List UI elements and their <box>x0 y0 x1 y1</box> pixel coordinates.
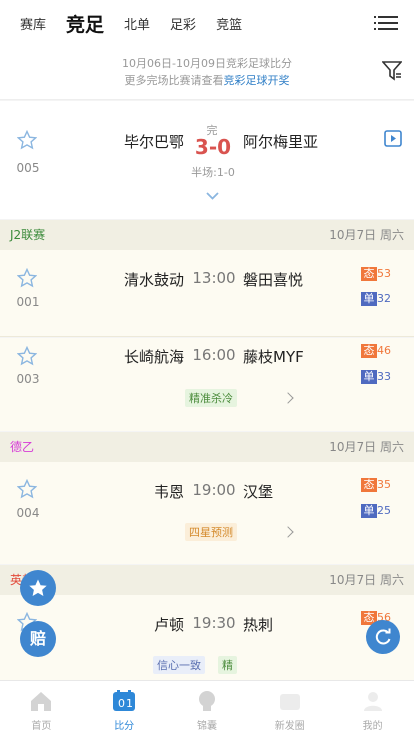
match-row[interactable]: 004 韦恩 19:00 汉堡 态 35 单 25 四星预测 <box>0 462 414 564</box>
tai-rate: 态 46 <box>361 344 391 358</box>
nav-label: 新发圈 <box>274 721 305 732</box>
svg-text:1: 1 <box>126 697 133 710</box>
tai-value: 46 <box>377 344 391 357</box>
moments-icon <box>279 694 300 710</box>
favorite-star-icon[interactable] <box>17 479 37 499</box>
home-team: 清水鼓动 <box>123 271 184 289</box>
home-team: 长崎航海 <box>123 348 184 366</box>
dan-badge: 单 <box>361 370 377 384</box>
match-number: 003 <box>16 372 40 386</box>
match-time: 19:30 <box>192 614 236 632</box>
nav-tips[interactable]: 锦囊 <box>166 681 249 736</box>
tai-badge: 态 <box>361 478 377 492</box>
away-team: 汉堡 <box>243 483 274 501</box>
nav-label: 锦囊 <box>196 721 217 732</box>
favorite-star-icon[interactable] <box>17 130 37 150</box>
refresh-float-button[interactable] <box>366 620 400 654</box>
tai-badge: 态 <box>361 267 377 281</box>
nav-home[interactable]: 首页 <box>0 681 83 736</box>
match-number: 004 <box>16 506 40 520</box>
league-name: 德乙 <box>10 440 35 454</box>
halftime-score: 半场:1-0 <box>191 166 235 179</box>
score-icon: 01 <box>113 690 136 711</box>
tips-icon <box>198 691 215 711</box>
dan-rate: 单 33 <box>361 370 391 384</box>
match-number: 005 <box>16 161 40 175</box>
match-row[interactable]: 001 清水鼓动 13:00 磐田喜悦 态 53 单 32 <box>0 250 414 337</box>
league-date: 10月7日 周六 <box>329 573 404 587</box>
match-time: 16:00 <box>192 346 236 364</box>
league-header: 英超 10月7日 周六 <box>0 565 414 595</box>
match-row[interactable]: 003 长崎航海 16:00 藤枝MYF 态 46 单 33 精准杀冷 <box>0 338 414 431</box>
filter-icon[interactable] <box>382 60 402 82</box>
away-team: 阿尔梅里亚 <box>243 133 319 151</box>
chevron-right-icon[interactable] <box>282 392 294 404</box>
tai-value: 35 <box>377 478 391 491</box>
league-date: 10月7日 周六 <box>329 440 404 454</box>
dan-value: 33 <box>377 370 391 383</box>
dan-value: 25 <box>377 504 391 517</box>
match-time: 19:00 <box>192 481 236 499</box>
chevron-down-icon[interactable] <box>206 192 219 200</box>
tai-badge: 态 <box>361 344 377 358</box>
tip-tag[interactable]: 四星预测 <box>185 523 237 541</box>
chevron-right-icon[interactable] <box>282 526 294 538</box>
top-tab-bar: 赛库 竞足 北单 足彩 竞篮 <box>0 0 414 46</box>
match-time: 13:00 <box>192 269 236 287</box>
bottom-nav: 首页 01 比分 锦囊 新发圈 我的 <box>0 680 414 736</box>
tip-tag[interactable]: 信心一致 <box>153 656 205 674</box>
league-header: 德乙 10月7日 周六 <box>0 432 414 462</box>
away-team: 磐田喜悦 <box>243 271 304 289</box>
dan-value: 32 <box>377 292 391 305</box>
tab-jinglan[interactable]: 竞篮 <box>216 14 242 33</box>
home-icon <box>31 692 52 711</box>
nav-label: 我的 <box>362 721 383 732</box>
tai-value: 53 <box>377 267 391 280</box>
info-bar: 10月06日-10月09日竞彩足球比分 更多完场比赛请查看竞彩足球开奖 <box>0 46 414 100</box>
refresh-icon <box>375 628 391 645</box>
league-header: J2联赛 10月7日 周六 <box>0 220 414 250</box>
nav-moments[interactable]: 新发圈 <box>248 681 331 736</box>
dan-rate: 单 25 <box>361 504 391 518</box>
star-icon <box>29 579 47 596</box>
nav-label: 首页 <box>31 721 52 732</box>
profile-icon <box>363 692 382 711</box>
lottery-results-link[interactable]: 竞彩足球开奖 <box>224 74 290 87</box>
final-score: 3-0 <box>194 135 232 159</box>
video-play-icon[interactable] <box>384 130 402 147</box>
date-range-text: 10月06日-10月09日竞彩足球比分 <box>122 57 292 70</box>
home-team: 韦恩 <box>153 483 184 501</box>
odds-float-button[interactable]: 赔 <box>20 621 56 657</box>
away-team: 热刺 <box>243 616 274 634</box>
tip-tag[interactable]: 精准杀冷 <box>185 389 237 407</box>
dan-rate: 单 32 <box>361 292 391 306</box>
league-date: 10月7日 周六 <box>329 228 404 242</box>
tai-rate: 态 53 <box>361 267 391 281</box>
finished-match-row[interactable]: 005 毕尔巴鄂 完 3-0 阿尔梅里亚 半场:1-0 <box>0 101 414 219</box>
nav-profile[interactable]: 我的 <box>331 681 414 736</box>
tab-beidan[interactable]: 北单 <box>124 14 150 33</box>
league-name: J2联赛 <box>10 228 46 242</box>
tip-tag[interactable]: 精 <box>218 656 237 674</box>
match-number: 001 <box>16 295 40 309</box>
menu-icon[interactable] <box>374 16 398 32</box>
match-row[interactable]: 0 卢顿 19:30 热刺 态56 信心一致 精 <box>0 595 414 680</box>
svg-text:0: 0 <box>118 697 125 710</box>
dan-badge: 单 <box>361 504 377 518</box>
nav-score[interactable]: 01 比分 <box>83 681 166 736</box>
nav-label: 比分 <box>114 721 135 732</box>
favorites-float-button[interactable] <box>20 570 56 606</box>
tab-zucai[interactable]: 足彩 <box>170 14 196 33</box>
home-team: 毕尔巴鄂 <box>123 133 184 151</box>
home-team: 卢顿 <box>153 616 184 634</box>
dan-badge: 单 <box>361 292 377 306</box>
more-text: 更多完场比赛请查看 <box>124 74 224 87</box>
tab-jingzu[interactable]: 竞足 <box>66 10 104 37</box>
away-team: 藤枝MYF <box>243 348 304 366</box>
favorite-star-icon[interactable] <box>17 346 37 366</box>
tai-rate: 态 35 <box>361 478 391 492</box>
favorite-star-icon[interactable] <box>17 268 37 288</box>
tab-saiku[interactable]: 赛库 <box>20 14 46 33</box>
